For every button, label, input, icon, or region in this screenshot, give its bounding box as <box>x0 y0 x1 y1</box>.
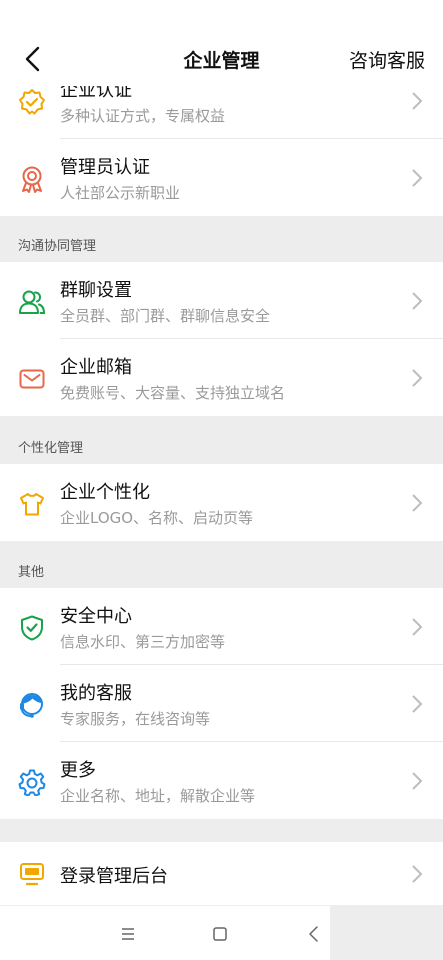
list-item-service[interactable]: 我的客服 专家服务，在线咨询等 <box>0 665 443 742</box>
mail-desc: 免费账号、大容量、支持独立域名 <box>60 384 286 402</box>
check-badge-icon <box>19 89 45 115</box>
more-label: 更多 <box>60 760 96 781</box>
list-item-admin-console[interactable]: 登录管理后台 <box>0 842 443 905</box>
list-item-mail[interactable]: 企业邮箱 免费账号、大容量、支持独立域名 <box>0 339 443 416</box>
personalize-label: 企业个性化 <box>60 482 150 503</box>
mail-label: 企业邮箱 <box>60 357 132 378</box>
section-title-personal: 个性化管理 <box>18 441 84 456</box>
group-chat-label: 群聊设置 <box>60 280 132 301</box>
tshirt-icon <box>20 493 44 516</box>
security-desc: 信息水印、第三方加密等 <box>60 633 226 651</box>
chevron-right-icon <box>412 618 423 636</box>
system-nav-bar <box>0 906 330 960</box>
personalize-desc: 企业LOGO、名称、启动页等 <box>60 509 254 527</box>
mail-icon <box>19 369 45 389</box>
list-item-security[interactable]: 安全中心 信息水印、第三方加密等 <box>0 588 443 665</box>
support-agent-icon <box>20 693 43 718</box>
list-item-more[interactable]: 更多 企业名称、地址，解散企业等 <box>0 742 443 819</box>
service-label: 我的客服 <box>60 683 132 704</box>
chevron-right-icon <box>412 865 423 883</box>
chevron-right-icon <box>412 169 423 187</box>
chevron-right-icon <box>412 369 423 387</box>
admin-console-label: 登录管理后台 <box>60 866 168 887</box>
chevron-right-icon <box>412 772 423 790</box>
list-item-group-chat[interactable]: 群聊设置 全员群、部门群、群聊信息安全 <box>0 262 443 339</box>
back-triangle-icon[interactable] <box>302 922 326 946</box>
chevron-right-icon <box>412 92 423 110</box>
gear-icon <box>18 769 46 796</box>
security-label: 安全中心 <box>60 606 132 627</box>
enterprise-cert-desc: 多种认证方式，专属权益 <box>60 107 226 125</box>
more-desc: 企业名称、地址，解散企业等 <box>60 787 256 805</box>
list-item-personalize[interactable]: 企业个性化 企业LOGO、名称、启动页等 <box>0 464 443 541</box>
chevron-right-icon <box>412 292 423 310</box>
group-chat-desc: 全员群、部门群、群聊信息安全 <box>60 307 271 325</box>
shield-check-icon <box>21 615 43 641</box>
monitor-icon <box>20 863 44 886</box>
chevron-right-icon <box>412 695 423 713</box>
home-square-icon[interactable] <box>208 922 232 946</box>
admin-cert-label: 管理员认证 <box>60 157 150 178</box>
top-nav-bar: 企业管理 咨询客服 <box>0 0 443 86</box>
chevron-right-icon <box>412 494 423 512</box>
contact-service-button[interactable]: 咨询客服 <box>349 46 425 73</box>
list-item-admin-cert[interactable]: 管理员认证 人社部公示新职业 <box>0 139 443 216</box>
service-desc: 专家服务，在线咨询等 <box>60 710 211 728</box>
section-title-collab: 沟通协同管理 <box>18 239 97 254</box>
award-ribbon-icon <box>22 166 42 193</box>
menu-icon[interactable] <box>116 922 140 946</box>
admin-cert-desc: 人社部公示新职业 <box>60 184 181 202</box>
section-title-other: 其他 <box>18 565 45 580</box>
group-users-icon <box>19 290 46 314</box>
